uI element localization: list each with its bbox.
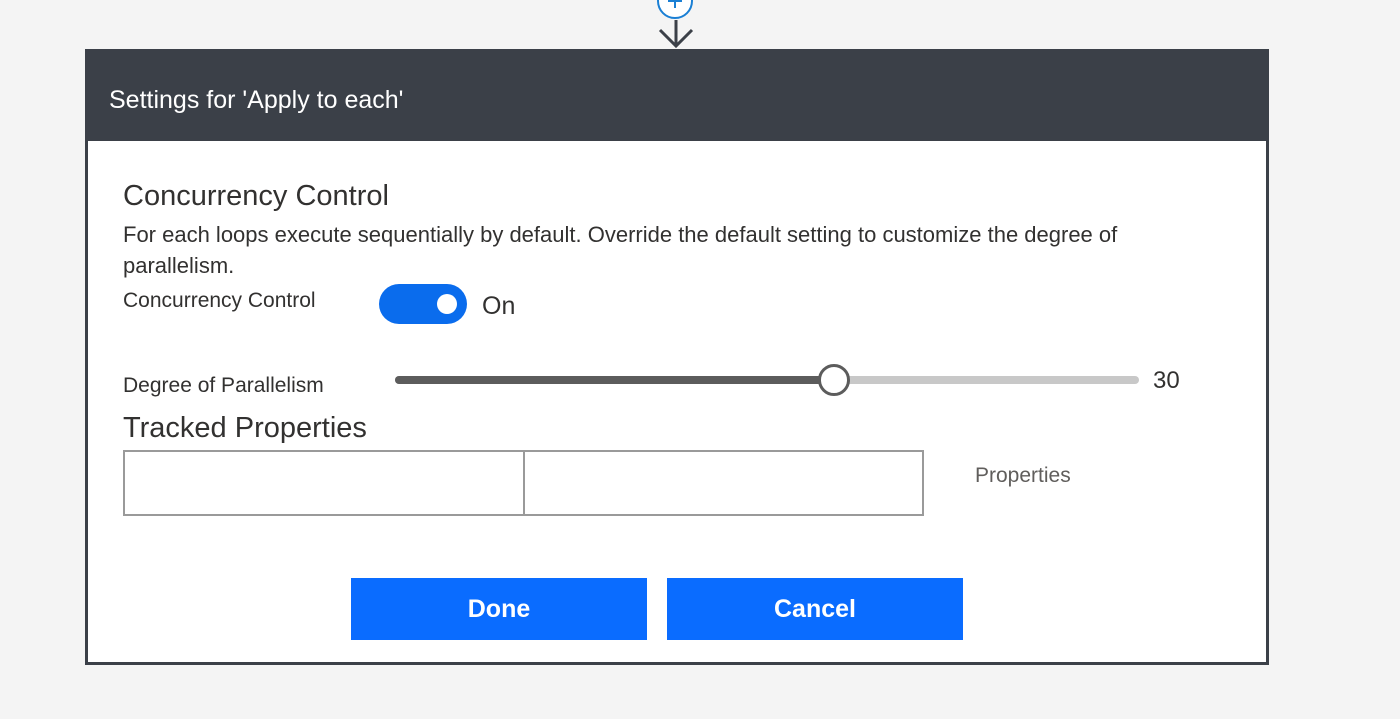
cancel-button[interactable]: Cancel xyxy=(667,578,963,640)
slider-thumb[interactable] xyxy=(817,364,850,396)
property-value-input[interactable] xyxy=(523,450,924,516)
dialog-title: Settings for 'Apply to each' xyxy=(109,86,404,114)
concurrency-description: For each loops execute sequentially by d… xyxy=(123,222,1118,278)
toggle-knob xyxy=(437,294,457,314)
designer-canvas: Settings for 'Apply to each' Concurrency… xyxy=(0,0,1400,719)
concurrency-toggle[interactable] xyxy=(379,284,467,324)
property-key-input[interactable] xyxy=(123,450,525,516)
slider-fill xyxy=(395,376,834,384)
parallelism-slider[interactable] xyxy=(395,362,1139,398)
add-step-plus-icon[interactable] xyxy=(657,0,693,19)
arrow-down-icon xyxy=(658,20,694,49)
properties-hint: Properties xyxy=(975,464,1071,487)
parallelism-label: Degree of Parallelism xyxy=(123,374,324,397)
parallelism-value: 30 xyxy=(1153,367,1180,394)
concurrency-heading: Concurrency Control xyxy=(123,180,389,212)
settings-dialog: Settings for 'Apply to each' Concurrency… xyxy=(85,49,1269,665)
toggle-state-text: On xyxy=(482,292,516,320)
tracked-properties-heading: Tracked Properties xyxy=(123,412,367,444)
done-button[interactable]: Done xyxy=(351,578,647,640)
dialog-header: Settings for 'Apply to each' xyxy=(88,52,1266,141)
concurrency-toggle-label: Concurrency Control xyxy=(123,289,316,312)
